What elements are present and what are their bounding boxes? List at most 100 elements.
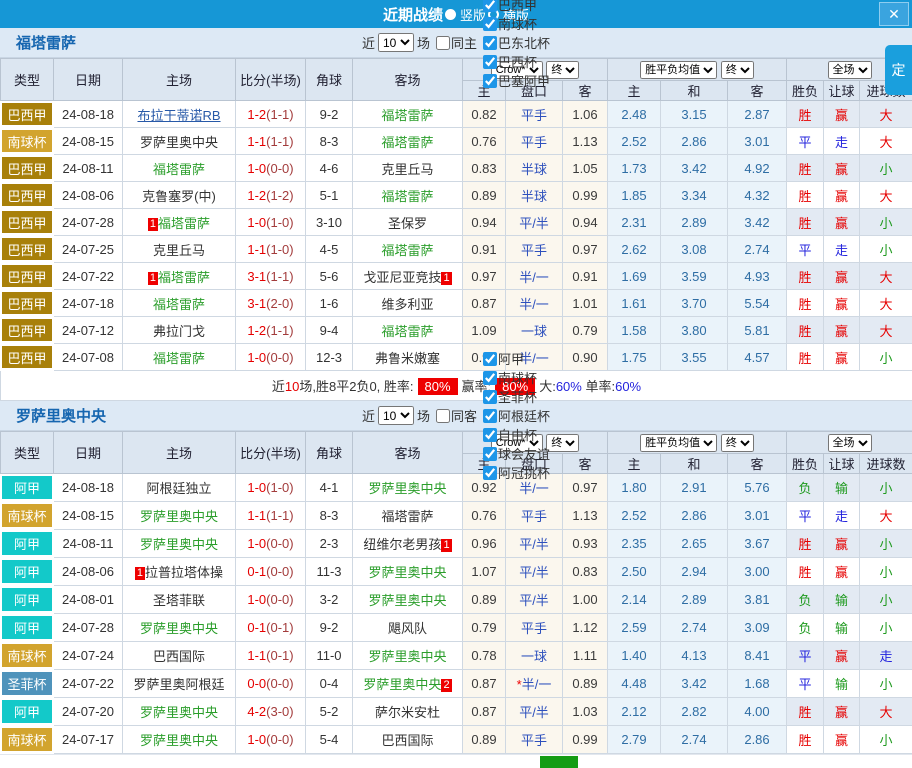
avg-select[interactable]: 胜平负均值 [640, 434, 717, 452]
result-cell: 胜 [787, 344, 824, 371]
final-select-2[interactable]: 终 [721, 434, 754, 452]
table-row: 巴西甲 24-08-11 福塔雷萨 1-0(0-0) 4-6 克里丘马 0.83… [1, 155, 912, 182]
corner-cell: 0-4 [306, 670, 353, 698]
scope-select[interactable]: 全场 [828, 61, 872, 79]
avg-draw-cell: 4.13 [661, 642, 728, 670]
away-team-name: 戈亚尼亚竞技 [363, 270, 441, 285]
result-cell: 负 [787, 586, 824, 614]
goals-result-cell: 小 [860, 558, 912, 586]
home-team-name: 福塔雷萨 [153, 162, 205, 177]
home-team-name: 罗萨里奥中央 [140, 135, 218, 150]
league-cell: 阿甲 [1, 530, 54, 558]
away-team-cell: 纽维尔老男孩1 [353, 530, 463, 558]
match-count-select[interactable]: 10 [378, 33, 414, 52]
final-select-2[interactable]: 终 [721, 61, 754, 79]
final-select[interactable]: 终 [546, 61, 579, 79]
same-away-checkbox[interactable]: 同客 [433, 406, 477, 425]
goals-result-cell: 小 [860, 586, 912, 614]
col-header-handicap-result: 让球 [824, 81, 860, 101]
league-cell: 圣菲杯 [1, 670, 54, 698]
avg-group-header: 胜平负均值 终 [608, 59, 787, 81]
goals-result-cell: 小 [860, 530, 912, 558]
league-checkbox[interactable]: 阿甲 [480, 349, 550, 368]
league-checkbox[interactable]: 巴东北杯 [480, 33, 550, 52]
home-team-name: 罗萨里奥中央 [140, 537, 218, 552]
league-checkbox[interactable]: 圣菲杯 [480, 387, 550, 406]
home-team-name: 罗萨里奥中央 [140, 705, 218, 720]
table-row: 阿甲 24-07-28 罗萨里奥中央 0-1(0-1) 9-2 飓风队 0.79… [1, 614, 912, 642]
result-cell: 胜 [787, 698, 824, 726]
league-cell: 阿甲 [1, 698, 54, 726]
date-cell: 24-08-18 [54, 474, 123, 502]
avg-home-cell: 2.62 [608, 236, 661, 263]
league-badge: 巴西甲 [2, 211, 52, 233]
avg-away-cell: 3.09 [728, 614, 787, 642]
away-odds-cell: 0.99 [563, 182, 608, 209]
score-cell: 3-1(1-1) [236, 263, 306, 290]
col-header-type: 类型 [1, 59, 54, 101]
league-checkbox[interactable]: 巴塞阿甲 [480, 71, 550, 90]
corner-cell: 4-5 [306, 236, 353, 263]
home-odds-cell: 1.09 [463, 317, 506, 344]
same-home-checkbox[interactable]: 同主 [433, 33, 477, 52]
match-count-select[interactable]: 10 [378, 406, 414, 425]
league-checkbox[interactable]: 巴西杯 [480, 52, 550, 71]
away-team-name: 福塔雷萨 [381, 108, 433, 123]
handicap-cell: 平手 [506, 101, 563, 128]
close-icon[interactable]: ✕ [879, 2, 909, 26]
date-cell: 24-07-22 [54, 670, 123, 698]
handicap-cell: 半球 [506, 182, 563, 209]
league-cell: 阿甲 [1, 474, 54, 502]
league-checkbox[interactable]: 阿根廷杯 [480, 406, 550, 425]
league-checkbox[interactable]: 南球杯 [480, 14, 550, 33]
league-badge: 巴西甲 [2, 319, 52, 341]
avg-away-cell: 2.74 [728, 236, 787, 263]
avg-home-cell: 1.85 [608, 182, 661, 209]
away-odds-cell: 1.03 [563, 698, 608, 726]
away-odds-cell: 0.89 [563, 670, 608, 698]
league-checkbox[interactable]: 自由杯 [480, 425, 550, 444]
handicap-result-cell: 走 [824, 502, 860, 530]
league-checkbox[interactable]: 球会友谊 [480, 444, 550, 463]
date-cell: 24-07-28 [54, 614, 123, 642]
home-odds-cell: 0.87 [463, 670, 506, 698]
league-badge: 巴西甲 [2, 184, 52, 206]
pin-button[interactable]: 定 [885, 45, 912, 95]
goals-result-cell: 大 [860, 698, 912, 726]
avg-home-cell: 4.48 [608, 670, 661, 698]
col-header-score: 比分(半场) [236, 432, 306, 474]
away-team-cell: 福塔雷萨 [353, 502, 463, 530]
league-checkbox[interactable]: 南球杯 [480, 368, 550, 387]
away-odds-cell: 0.91 [563, 263, 608, 290]
table-body: 阿甲 24-08-18 阿根廷独立 1-0(1-0) 4-1 罗萨里奥中央 0.… [1, 474, 912, 754]
col-header-odds-away: 客 [563, 454, 608, 474]
final-select[interactable]: 终 [546, 434, 579, 452]
league-cell: 巴西甲 [1, 155, 54, 182]
result-cell: 负 [787, 614, 824, 642]
avg-away-cell: 3.01 [728, 128, 787, 155]
away-team-name: 罗萨里奥中央 [363, 677, 441, 692]
league-checkbox[interactable]: 巴西甲 [480, 0, 550, 14]
corner-cell: 3-2 [306, 586, 353, 614]
league-checkbox[interactable]: 阿冠挑杯 [480, 463, 550, 482]
avg-draw-cell: 3.80 [661, 317, 728, 344]
league-badge: 南球杯 [2, 504, 52, 527]
table-row: 南球杯 24-07-24 巴西国际 1-1(0-1) 11-0 罗萨里奥中央 0… [1, 642, 912, 670]
league-cell: 巴西甲 [1, 263, 54, 290]
home-team-cell: 1福塔雷萨 [123, 263, 236, 290]
corner-cell: 4-6 [306, 155, 353, 182]
league-cell: 阿甲 [1, 586, 54, 614]
date-cell: 24-08-06 [54, 558, 123, 586]
result-cell: 胜 [787, 263, 824, 290]
league-cell: 巴西甲 [1, 182, 54, 209]
result-cell: 负 [787, 474, 824, 502]
avg-select[interactable]: 胜平负均值 [640, 61, 717, 79]
table-row: 巴西甲 24-07-22 1福塔雷萨 3-1(1-1) 5-6 戈亚尼亚竞技1 … [1, 263, 912, 290]
corner-cell: 12-3 [306, 344, 353, 371]
home-team-name: 圣塔菲联 [153, 593, 205, 608]
scope-select[interactable]: 全场 [828, 434, 872, 452]
score-cell: 1-1(1-1) [236, 128, 306, 155]
league-badge: 南球杯 [2, 130, 52, 152]
handicap-result-cell: 赢 [824, 290, 860, 317]
date-cell: 24-07-20 [54, 698, 123, 726]
